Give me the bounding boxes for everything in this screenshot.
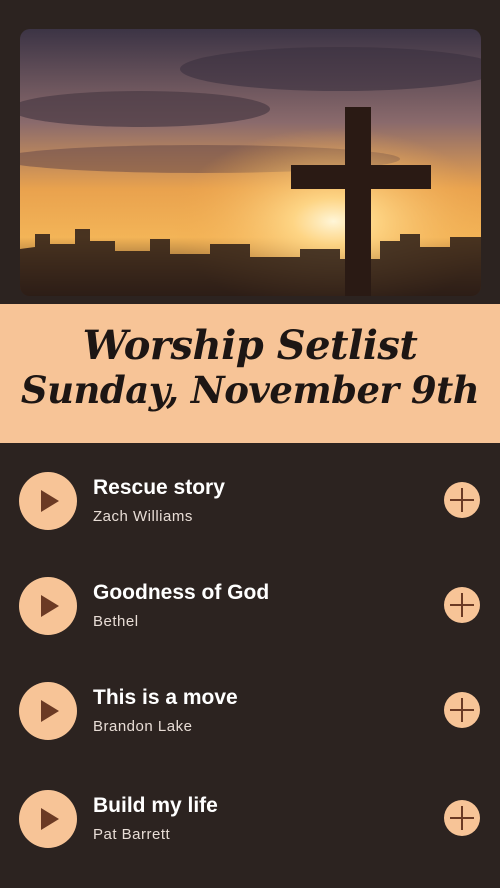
add-icon[interactable] xyxy=(444,800,480,836)
song-item: Goodness of God Bethel xyxy=(0,577,500,657)
setlist-title: Worship Setlist xyxy=(82,322,418,369)
setlist-date: Sunday, November 9th xyxy=(20,368,480,412)
play-icon[interactable] xyxy=(19,790,77,848)
song-artist: Pat Barrett xyxy=(93,826,171,843)
play-icon[interactable] xyxy=(19,577,77,635)
add-icon[interactable] xyxy=(444,692,480,728)
song-artist: Bethel xyxy=(93,613,139,630)
song-title: Rescue story xyxy=(93,476,225,499)
song-title: This is a move xyxy=(93,686,238,709)
song-title: Build my life xyxy=(93,794,218,817)
play-icon[interactable] xyxy=(19,472,77,530)
song-title: Goodness of God xyxy=(93,581,270,604)
title-banner: Worship Setlist Sunday, November 9th xyxy=(0,304,500,443)
song-item: This is a move Brandon Lake xyxy=(0,682,500,762)
play-icon[interactable] xyxy=(19,682,77,740)
song-artist: Brandon Lake xyxy=(93,718,193,735)
song-item: Rescue story Zach Williams xyxy=(0,472,500,552)
add-icon[interactable] xyxy=(444,482,480,518)
add-icon[interactable] xyxy=(444,587,480,623)
song-artist: Zach Williams xyxy=(93,508,193,525)
hero-image-cross-sunset xyxy=(20,29,481,296)
song-item: Build my life Pat Barrett xyxy=(0,790,500,870)
